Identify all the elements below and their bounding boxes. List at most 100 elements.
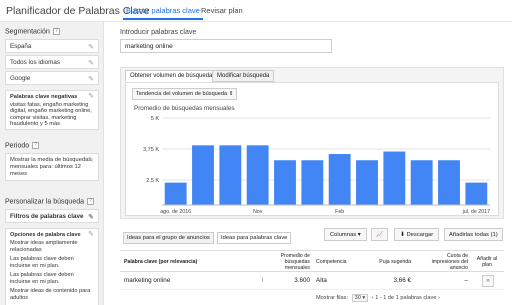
x-tick-label: ago. de 2016	[160, 209, 191, 215]
download-button[interactable]: ⬇ Descargar	[394, 228, 440, 241]
keyword-input[interactable]: marketing online	[120, 39, 332, 53]
chart-bar[interactable]	[410, 160, 433, 205]
period-title: Periodo	[5, 142, 30, 150]
location-value: España	[10, 43, 32, 50]
chart-bar[interactable]	[465, 182, 488, 205]
help-icon[interactable]: ?	[87, 198, 94, 205]
page-range: 1 - 1 de 1 palabras clave	[375, 295, 437, 301]
keyword-option: Las palabras clave deben incluirse en mi…	[10, 255, 74, 269]
main-content: Introducir palabras clave marketing onli…	[104, 22, 512, 305]
download-label: Descargar	[406, 232, 434, 238]
chart-bar[interactable]	[328, 154, 351, 205]
y-tick-label: 5 K	[151, 116, 160, 122]
bar-chart: 2,5 K 3,75 K 5 K ago. de 2016 Nov Feb jul. de …	[143, 116, 490, 215]
keyword-options-box[interactable]: Opciones de palabra clave Mostrar ideas …	[5, 228, 99, 305]
line-chart-icon: 📈	[376, 232, 384, 238]
table-row: marketing online ⌇ 3.600 Alta 3,66 € – »	[120, 272, 504, 290]
results-section: Ideas para el grupo de anuncios Ideas pa…	[120, 226, 504, 305]
chart-bar[interactable]	[383, 151, 406, 205]
pencil-icon[interactable]: ✎	[88, 213, 94, 221]
search-volume-panel: Obtener volumen de búsquedas Modificar b…	[120, 67, 504, 219]
col-suggested-bid[interactable]: Puja sugerida	[372, 259, 411, 265]
tab-revisar-plan[interactable]: Revisar plan	[201, 6, 243, 15]
negative-keywords-text: visitas fatas, engaño marketing digital,…	[10, 101, 92, 128]
targeting-title: Segmentación	[5, 28, 50, 36]
chart-bar[interactable]	[219, 145, 242, 205]
y-tick-label: 3,75 K	[143, 147, 159, 153]
next-page-icon[interactable]: ›	[438, 295, 440, 301]
pencil-icon[interactable]: ✎	[88, 157, 94, 164]
add-all-button[interactable]: Añadirlas todas (1)	[444, 228, 503, 241]
row-competition: Alta	[316, 277, 327, 284]
add-to-plan-button[interactable]: »	[482, 275, 494, 287]
top-bar: Planificador de Palabras Clave Buscar pa…	[0, 0, 512, 22]
col-avg-searches[interactable]: Promedio de búsquedas mensuales	[268, 253, 310, 271]
pencil-icon[interactable]: ✎	[88, 231, 94, 239]
period-section-title: Periodo?	[5, 142, 40, 150]
chart-bar[interactable]	[274, 160, 296, 205]
row-keyword: marketing online	[124, 277, 171, 284]
language-value: Todos los idiomas	[10, 59, 61, 66]
col-competition[interactable]: Competencia	[316, 259, 347, 265]
targeting-section-title: Segmentación?	[5, 28, 60, 35]
targeting-language[interactable]: Todos los idiomas ✎	[5, 55, 99, 69]
keyword-option: Mostrar ideas de contenido para adultos	[10, 287, 91, 301]
trend-chart-icon[interactable]: ⌇	[261, 277, 264, 284]
col-impression-share[interactable]: Cuota de impresiones del anuncio	[420, 253, 468, 271]
targeting-network[interactable]: Google ✎	[5, 71, 99, 85]
prev-page-icon[interactable]: ‹	[372, 295, 374, 301]
tab-ideas-palabras-clave[interactable]: Ideas para palabras clave	[217, 232, 292, 244]
pencil-icon[interactable]: ✎	[88, 75, 94, 83]
period-box[interactable]: Mostrar la media de búsquedas mensuales …	[5, 153, 99, 181]
chart-bar[interactable]	[438, 160, 460, 205]
chart-bar[interactable]	[301, 160, 324, 205]
table-header: Palabra clave (por relevancia) Promedio …	[120, 250, 504, 272]
keyword-filters-box[interactable]: Filtros de palabras clave ✎	[5, 209, 99, 223]
x-tick-label: Nov	[253, 209, 263, 215]
customize-section-title: Personalizar la búsqueda?	[5, 198, 94, 205]
pencil-icon[interactable]: ✎	[88, 93, 94, 101]
row-impression-share: –	[464, 277, 468, 284]
keyword-option: Las palabras clave deben incluirse en mi…	[10, 271, 74, 285]
row-suggested-bid: 3,66 €	[393, 277, 411, 284]
add-all-label: Añadirlas todas (1)	[449, 232, 498, 238]
columns-label: Columnas	[330, 232, 357, 238]
negative-keywords-box[interactable]: Palabras clave negativas visitas fatas, …	[5, 90, 99, 130]
pencil-icon[interactable]: ✎	[88, 43, 94, 51]
keyword-option: Mostrar ideas ampliamente relacionadas	[10, 239, 78, 253]
tab-modificar-busqueda[interactable]: Modificar búsqueda	[212, 70, 275, 82]
sidebar: Segmentación? España ✎ Todos los idiomas…	[0, 22, 104, 305]
help-icon[interactable]: ?	[52, 28, 60, 35]
chart-bar[interactable]	[192, 145, 214, 205]
targeting-location[interactable]: España ✎	[5, 39, 99, 53]
rows-per-page-label: Mostrar filas:	[316, 295, 349, 301]
x-tick-label: Feb	[335, 209, 344, 215]
network-value: Google	[10, 75, 31, 82]
columns-button[interactable]: Columnas ▾	[324, 228, 367, 241]
customize-title: Personalizar la búsqueda	[5, 198, 84, 206]
rows-per-page-value: 30	[354, 295, 361, 301]
keyword-options-title: Opciones de palabra clave	[10, 232, 81, 238]
keyword-input-label: Introducir palabras clave	[120, 29, 197, 36]
col-add-to-plan: Añadir al plan	[476, 256, 498, 268]
chart-bar[interactable]	[246, 145, 269, 205]
tab-buscar-palabras-clave[interactable]: Buscar palabras clave	[123, 6, 203, 20]
row-avg-searches: 3.600	[294, 277, 310, 284]
tab-obtener-volumen[interactable]: Obtener volumen de búsquedas	[125, 70, 221, 82]
x-tick-label: jul. de 2017	[462, 209, 490, 215]
tab-ideas-grupo-anuncios[interactable]: Ideas para el grupo de anuncios	[123, 232, 214, 244]
chart-bar[interactable]	[164, 182, 187, 205]
keyword-filters-label: Filtros de palabras clave	[10, 213, 84, 220]
pagination: Mostrar filas: 30 ▾ ‹ 1 - 1 de 1 palabra…	[316, 294, 440, 302]
help-icon[interactable]: ?	[32, 142, 40, 149]
chart-toggle-button[interactable]: 📈	[371, 228, 389, 241]
period-text: Mostrar la media de búsquedas mensuales …	[10, 157, 92, 177]
negative-keywords-title: Palabras clave negativas	[10, 94, 78, 100]
col-keyword[interactable]: Palabra clave (por relevancia)	[124, 259, 197, 265]
chevron-down-icon: ▾	[357, 232, 361, 238]
chart-bar[interactable]	[356, 160, 378, 205]
y-tick-label: 2,5 K	[146, 178, 159, 184]
chart-area: Tendencia del volumen de búsqueda ⇕ Prom…	[125, 82, 499, 216]
pencil-icon[interactable]: ✎	[88, 59, 94, 67]
rows-per-page-select[interactable]: 30 ▾	[351, 294, 369, 302]
